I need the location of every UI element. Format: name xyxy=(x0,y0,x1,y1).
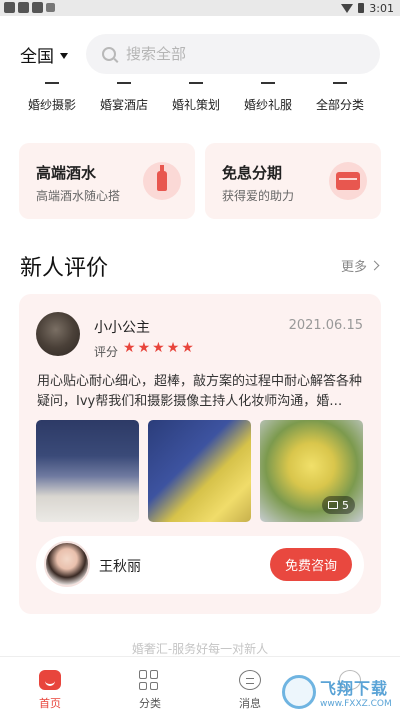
review-photo[interactable] xyxy=(148,420,251,522)
promo-icon-badge xyxy=(143,162,181,200)
star-icon: ★ xyxy=(152,340,165,356)
promo-card-premium-drinks[interactable]: 高端酒水 高端酒水随心搭 xyxy=(19,143,195,219)
section-title: 新人评价 xyxy=(20,256,109,281)
notification-icon xyxy=(32,2,43,13)
star-icon: ★ xyxy=(137,340,151,356)
rating-stars: ★ ★ ★ ★ ★ xyxy=(123,340,194,356)
header: 全国 xyxy=(0,34,400,76)
planner-bar: 王秋丽 免费咨询 xyxy=(36,536,364,594)
free-consult-button[interactable]: 免费咨询 xyxy=(270,548,352,581)
nav-home[interactable]: 首页 xyxy=(0,657,100,717)
review-card[interactable]: 小小公主 2021.06.15 评分 ★ ★ ★ ★ ★ 用心贴心耐心细心，超棒… xyxy=(19,294,381,614)
category-wedding-dress[interactable]: 婚纱礼服 xyxy=(232,78,304,118)
camera-icon xyxy=(45,78,59,84)
category-row: 婚纱摄影 婚宴酒店 婚礼策划 婚纱礼服 全部分类 xyxy=(0,78,400,118)
grid-cell xyxy=(139,670,147,679)
grid-cell xyxy=(139,681,147,690)
category-wedding-planning[interactable]: 婚礼策划 xyxy=(160,78,232,118)
status-time: 3:01 xyxy=(369,1,394,15)
review-text: 用心贴心耐心细心，超棒，敲方案的过程中耐心解答各种疑问，Ivy帮我们和摄影摄像主… xyxy=(37,374,363,409)
review-photo[interactable]: 5 xyxy=(260,420,363,522)
promo-subtitle: 获得爱的助力 xyxy=(222,189,295,203)
image-icon xyxy=(328,501,338,509)
review-photos: 5 xyxy=(36,420,363,522)
battery-icon xyxy=(358,3,365,13)
planner-name: 王秋丽 xyxy=(99,559,141,575)
search-bar[interactable] xyxy=(86,34,380,74)
reviewer-name: 小小公主 xyxy=(94,320,150,336)
chevron-right-icon xyxy=(369,260,380,271)
planning-icon xyxy=(189,78,203,84)
watermark-sub: www.FXXZ.COM xyxy=(320,699,392,709)
nav-category[interactable]: 分类 xyxy=(100,657,200,717)
star-icon: ★ xyxy=(166,340,180,356)
star-icon: ★ xyxy=(123,340,136,356)
status-indicators: 3:01 xyxy=(341,0,394,16)
region-label: 全国 xyxy=(20,47,54,67)
region-selector[interactable]: 全国 xyxy=(20,42,68,67)
bottle-icon xyxy=(157,165,167,191)
promo-title: 免息分期 xyxy=(222,164,283,182)
notification-icon xyxy=(4,2,15,13)
notification-icon xyxy=(46,3,55,12)
watermark-main: 飞翔下载 xyxy=(320,679,389,698)
more-label: 更多 xyxy=(340,260,367,275)
all-categories-icon xyxy=(333,78,347,84)
category-label: 全部分类 xyxy=(315,98,364,112)
star-icon: ★ xyxy=(181,340,194,356)
promo-icon-badge xyxy=(329,162,367,200)
watermark-emblem xyxy=(282,675,316,709)
status-bar: 3:01 xyxy=(0,0,400,16)
planner-avatar xyxy=(44,541,90,587)
category-banquet-hotel[interactable]: 婚宴酒店 xyxy=(88,78,160,118)
review-photo[interactable] xyxy=(36,420,139,522)
category-grid-icon xyxy=(139,670,161,690)
photo-count-badge: 5 xyxy=(322,496,355,514)
grid-cell xyxy=(150,681,158,690)
grid-cell xyxy=(150,670,158,679)
search-input[interactable] xyxy=(126,45,346,63)
category-label: 婚纱摄影 xyxy=(27,98,76,112)
category-label: 婚纱礼服 xyxy=(243,98,292,112)
tagline: 婚奢汇-服务好每一对新人 xyxy=(131,642,269,656)
more-link[interactable]: 更多 xyxy=(340,256,380,275)
wifi-icon xyxy=(341,3,354,13)
promo-subtitle: 高端酒水随心搭 xyxy=(36,189,121,203)
category-label: 婚礼策划 xyxy=(171,98,220,112)
promo-card-installments[interactable]: 免息分期 获得爱的助力 xyxy=(205,143,381,219)
watermark-logo: 飞翔下载 www.FXXZ.COM xyxy=(282,672,394,712)
card-icon xyxy=(336,172,360,190)
category-label: 婚宴酒店 xyxy=(99,98,148,112)
caret-down-icon xyxy=(60,52,68,59)
notification-icon xyxy=(18,2,29,13)
home-icon xyxy=(39,670,61,690)
promo-title: 高端酒水 xyxy=(36,164,97,182)
notification-icons xyxy=(4,2,55,13)
dress-icon xyxy=(261,78,275,84)
category-wedding-photography[interactable]: 婚纱摄影 xyxy=(16,78,88,118)
search-icon xyxy=(102,47,116,61)
rating-label: 评分 xyxy=(94,345,119,359)
message-icon xyxy=(239,670,261,690)
photo-count: 5 xyxy=(342,498,349,512)
hotel-icon xyxy=(117,78,131,84)
avatar xyxy=(36,312,80,356)
review-date: 2021.06.15 xyxy=(288,318,363,333)
nav-label: 分类 xyxy=(139,697,161,710)
watermark-text: 飞翔下载 www.FXXZ.COM xyxy=(320,675,392,709)
nav-label: 首页 xyxy=(39,697,61,710)
category-all[interactable]: 全部分类 xyxy=(304,78,376,118)
